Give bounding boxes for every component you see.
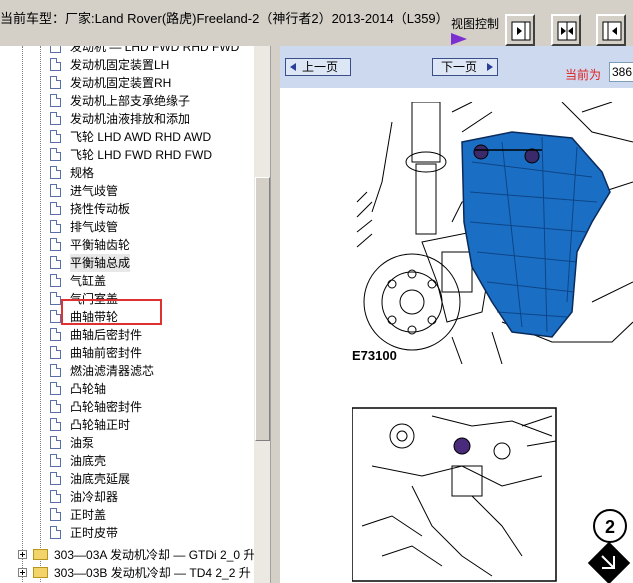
current-page-label: 当前为	[565, 68, 602, 82]
tree-item-label: 发动机油液排放和添加	[70, 112, 191, 126]
tree-item-label: 燃油滤清器滤芯	[70, 364, 155, 378]
document-icon	[50, 94, 61, 107]
step-number: 2	[605, 517, 615, 537]
view-split-button[interactable]	[551, 14, 581, 46]
document-area: E73100 2	[280, 88, 633, 583]
document-icon	[50, 76, 61, 89]
arrow-left-icon	[290, 63, 296, 71]
tree-folder-label: 303—03B 发动机冷却 — TD4 2_2 升	[54, 566, 251, 580]
document-icon	[50, 418, 61, 431]
document-icon	[50, 346, 61, 359]
tree-item-label: 油底壳延展	[70, 472, 131, 486]
expand-icon[interactable]	[18, 568, 27, 577]
document-icon	[50, 292, 61, 305]
document-icon	[50, 220, 61, 233]
document-icon	[50, 436, 61, 449]
tree-item-label: 气缸盖	[70, 274, 107, 288]
split-arrows-icon	[557, 21, 577, 41]
tree-item-label: 飞轮 LHD FWD RHD FWD	[70, 148, 212, 162]
document-icon	[50, 274, 61, 287]
document-icon	[50, 382, 61, 395]
tree-item-label: 油底壳	[70, 454, 107, 468]
document-icon	[50, 454, 61, 467]
document-icon	[50, 490, 61, 503]
document-icon	[50, 400, 61, 413]
vehicle-title: 当前车型：厂家:Land Rover(路虎)Freeland-2（神行者2）20…	[0, 11, 449, 26]
next-page-label: 下一页	[441, 60, 478, 74]
document-icon	[50, 58, 61, 71]
tree-item-label: 排气歧管	[70, 220, 119, 234]
tree-item-label: 平衡轴齿轮	[70, 238, 131, 252]
tree-item-label: 挠性传动板	[70, 202, 131, 216]
view-left-panel-button[interactable]	[505, 14, 535, 46]
tree-item-label: 油泵	[70, 436, 95, 450]
tree-item-label: 曲轴后密封件	[70, 328, 143, 342]
next-page-button[interactable]: 下一页	[432, 58, 498, 76]
document-icon	[50, 310, 61, 323]
tree-item-label: 飞轮 LHD AWD RHD AWD	[70, 130, 212, 144]
panel-splitter[interactable]	[270, 46, 280, 583]
tree-guide-line	[40, 46, 41, 583]
document-icon	[50, 130, 61, 143]
document-icon	[50, 472, 61, 485]
folder-icon	[33, 549, 48, 560]
tree-item-label: 正时皮带	[70, 526, 119, 540]
view-control-arrow-icon	[451, 33, 467, 45]
tree-panel: 发动机 — LHD FWD RHD FWD 发动机固定装置LH 发动机固定装置RH 发…	[0, 46, 270, 583]
selection-highlight-box	[61, 299, 162, 325]
view-right-panel-button[interactable]	[596, 14, 626, 46]
tree-item-label: 平衡轴总成	[70, 254, 131, 272]
document-icon	[50, 112, 61, 125]
engine-mount-illustration	[356, 102, 633, 364]
tree-item-label: 发动机固定装置LH	[70, 58, 170, 72]
prev-page-label: 上一页	[302, 60, 339, 74]
tree-item-label: 发动机 — LHD FWD RHD FWD	[70, 46, 240, 54]
figure-code-label: E73100	[352, 348, 397, 363]
tree-item-label: 规格	[70, 166, 95, 180]
document-icon	[50, 184, 61, 197]
tree-scroll-thumb[interactable]	[255, 177, 270, 441]
document-icon	[50, 166, 61, 179]
document-icon	[50, 508, 61, 521]
detail-illustration: 2	[352, 407, 631, 583]
panel-arrow-left-icon	[602, 21, 622, 41]
document-icon	[50, 148, 61, 161]
document-icon	[50, 328, 61, 341]
top-header: 当前车型：厂家:Land Rover(路虎)Freeland-2（神行者2）20…	[0, 0, 633, 46]
expand-icon[interactable]	[18, 550, 27, 559]
panel-arrow-right-icon	[511, 21, 531, 41]
tree-item-label: 发动机上部支承绝缘子	[70, 94, 191, 108]
view-control-label: 视图控制	[451, 17, 500, 31]
document-icon	[50, 526, 61, 539]
arrow-right-icon	[487, 63, 493, 71]
document-icon	[50, 46, 61, 53]
tree-scrollbar[interactable]	[254, 46, 270, 583]
tree-item-label: 发动机固定装置RH	[70, 76, 172, 90]
tree-item-label: 凸轮轴	[70, 382, 107, 396]
page-nav-bar: 上一页 下一页 当前为	[280, 46, 633, 88]
tree-item-label: 曲轴前密封件	[70, 346, 143, 360]
folder-icon	[33, 567, 48, 578]
page-number-input[interactable]	[609, 62, 633, 82]
tree-item-label: 进气歧管	[70, 184, 119, 198]
tree-item-label: 正时盖	[70, 508, 107, 522]
tree-item-label: 凸轮轴密封件	[70, 400, 143, 414]
tree-item-label: 凸轮轴正时	[70, 418, 131, 432]
document-icon	[50, 202, 61, 215]
prev-page-button[interactable]: 上一页	[285, 58, 351, 76]
tree-item-label: 油冷却器	[70, 490, 119, 504]
document-icon	[50, 256, 61, 269]
tree-folder-label: 303—03A 发动机冷却 — GTDi 2_0 升	[54, 548, 256, 562]
tree-guide-line	[22, 46, 23, 583]
document-icon	[50, 364, 61, 377]
document-icon	[50, 238, 61, 251]
